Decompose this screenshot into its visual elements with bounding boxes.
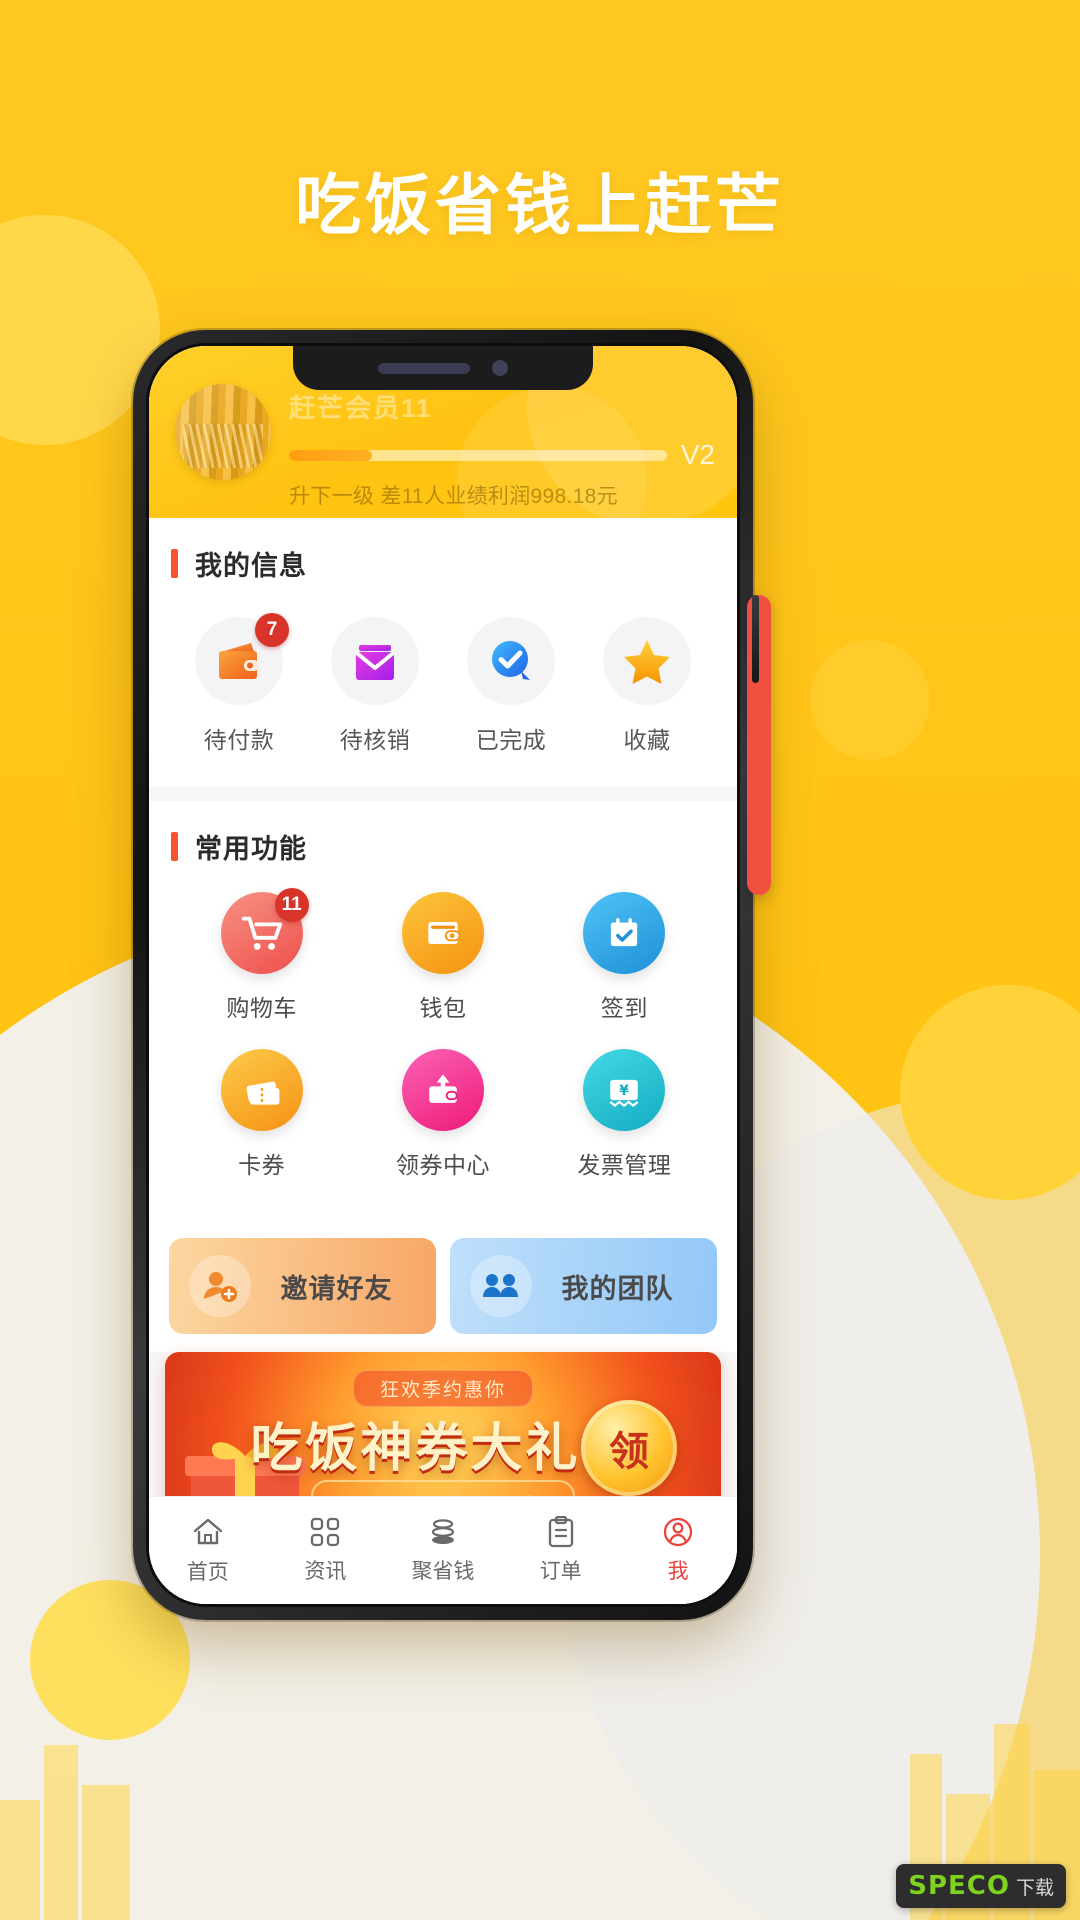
avatar[interactable]	[175, 384, 271, 480]
function-label: 签到	[600, 995, 648, 1021]
action-banner-row: 邀请好友 我的团队	[149, 1232, 737, 1352]
ticket-icon-circle	[220, 1049, 303, 1131]
order-status-label: 待核销	[339, 727, 411, 753]
user-group-icon	[483, 1274, 518, 1297]
app-screen: 赶芒会员11 V2 升下一级 差11人业绩利润998.18元 我的信息 7 待付…	[149, 346, 737, 1604]
function-wallet[interactable]: 钱包	[352, 892, 533, 1023]
invoice-icon: ¥	[609, 1079, 639, 1108]
wallet-card-icon	[428, 922, 461, 944]
phone-side-accent	[747, 595, 771, 895]
phone-power-button	[752, 595, 759, 683]
function-coupon-center[interactable]: 领券中心	[352, 1049, 533, 1180]
promo-ribbon: 狂欢季约惠你	[352, 1370, 533, 1407]
common-functions-card: 常用功能 11 购物车 钱包 签到 卡券 领券中心 ¥ 发票管理	[149, 801, 737, 1232]
order-status-completed[interactable]: 已完成	[443, 617, 579, 755]
svg-text:¥: ¥	[620, 1083, 630, 1099]
tab-savings[interactable]: 聚省钱	[384, 1497, 502, 1604]
calendar-check-icon	[611, 918, 638, 947]
level-progress-row: V2	[289, 439, 715, 471]
badge-count: 11	[274, 888, 309, 922]
badge-count: 7	[255, 613, 289, 647]
star-icon	[624, 640, 670, 684]
coupon-upload-icon-circle	[401, 1049, 484, 1131]
level-badge: V2	[680, 439, 715, 470]
profile-row[interactable]: 赶芒会员11 V2 升下一级 差11人业绩利润998.18元	[175, 384, 715, 510]
my-team-banner[interactable]: 我的团队	[450, 1238, 717, 1334]
function-invoice[interactable]: ¥ 发票管理	[534, 1049, 715, 1180]
wallet-card-icon-circle	[401, 892, 484, 974]
phone-screen-frame: 赶芒会员11 V2 升下一级 差11人业绩利润998.18元 我的信息 7 待付…	[146, 343, 740, 1607]
common-functions-title: 常用功能	[195, 834, 307, 864]
tab-label: 聚省钱	[411, 1560, 475, 1583]
clipboard-icon	[548, 1516, 573, 1548]
username: 赶芒会员11	[289, 393, 433, 423]
function-label: 卡券	[238, 1152, 286, 1178]
tab-profile[interactable]: 我	[619, 1497, 737, 1604]
poster-headline: 吃饭省钱上赶芒	[295, 168, 785, 242]
order-status-label: 待付款	[203, 727, 275, 753]
function-checkin[interactable]: 签到	[534, 892, 715, 1023]
tab-label: 我	[667, 1560, 689, 1583]
shopping-cart-icon	[241, 916, 282, 950]
user-group-icon-wrap	[470, 1255, 532, 1317]
user-add-icon-wrap	[189, 1255, 251, 1317]
function-shopping-cart[interactable]: 11 购物车	[171, 888, 352, 1023]
invoice-icon-circle: ¥	[583, 1049, 666, 1131]
common-functions-section-header: 常用功能	[171, 801, 715, 870]
tab-label: 订单	[539, 1560, 582, 1583]
check-bubble-icon	[492, 641, 530, 680]
promo-claim-button[interactable]: 领	[581, 1400, 677, 1496]
decorative-blob	[810, 640, 930, 760]
function-label: 购物车	[226, 995, 297, 1021]
watermark-brand: SPECO	[908, 1871, 1010, 1901]
function-label: 钱包	[419, 995, 467, 1021]
order-status-row: 7 待付款 待核销 已完成 收藏	[171, 587, 715, 777]
function-grid: 11 购物车 钱包 签到 卡券 领券中心 ¥ 发票管理	[171, 870, 715, 1222]
invite-friends-label: 邀请好友	[280, 1273, 393, 1304]
my-info-card: 我的信息 7 待付款 待核销 已完成 收藏	[149, 518, 737, 787]
skyline-left	[0, 1690, 140, 1920]
home-icon	[193, 1518, 222, 1545]
watermark-suffix: 下载	[1015, 1877, 1054, 1899]
phone-mockup: 赶芒会员11 V2 升下一级 差11人业绩利润998.18元 我的信息 7 待付…	[133, 330, 771, 1620]
level-description: 升下一级 差11人业绩利润998.18元	[289, 485, 618, 508]
phone-notch	[293, 346, 593, 390]
front-camera-icon	[492, 360, 508, 376]
coins-icon	[431, 1519, 455, 1544]
person-icon	[664, 1517, 693, 1547]
user-add-icon	[204, 1272, 237, 1302]
level-progress-bar	[289, 449, 667, 461]
shopping-cart-icon-circle: 11	[220, 888, 309, 974]
order-status-pending-payment[interactable]: 7 待付款	[171, 613, 307, 755]
tab-orders[interactable]: 订单	[502, 1497, 620, 1604]
watermark: SPECO 下载	[896, 1864, 1066, 1908]
earpiece-speaker	[378, 362, 470, 374]
envelope-icon	[356, 645, 394, 680]
coupon-upload-icon	[429, 1074, 458, 1103]
tab-label: 资讯	[304, 1560, 347, 1583]
tab-news[interactable]: 资讯	[267, 1497, 385, 1604]
order-status-label: 已完成	[475, 727, 547, 753]
bottom-navigation: 首页 资讯 聚省钱 订单 我	[149, 1496, 737, 1604]
calendar-check-icon-circle	[583, 892, 666, 974]
function-label: 领券中心	[395, 1152, 490, 1178]
my-info-title: 我的信息	[195, 551, 307, 581]
function-coupons[interactable]: 卡券	[171, 1049, 352, 1180]
order-status-label: 收藏	[623, 727, 671, 753]
tab-label: 首页	[186, 1561, 229, 1584]
order-status-pending-redeem[interactable]: 待核销	[307, 617, 443, 755]
my-info-section-header: 我的信息	[171, 518, 715, 587]
my-team-label: 我的团队	[561, 1273, 674, 1304]
grid-icon	[311, 1517, 340, 1547]
level-progress-fill	[289, 449, 373, 461]
function-label: 发票管理	[577, 1152, 672, 1178]
ticket-icon	[246, 1081, 280, 1105]
section-accent-bar	[171, 549, 178, 578]
section-accent-bar	[171, 832, 178, 861]
order-status-favorites[interactable]: 收藏	[579, 617, 715, 755]
invite-friends-banner[interactable]: 邀请好友	[169, 1238, 436, 1334]
tab-home[interactable]: 首页	[149, 1497, 267, 1604]
